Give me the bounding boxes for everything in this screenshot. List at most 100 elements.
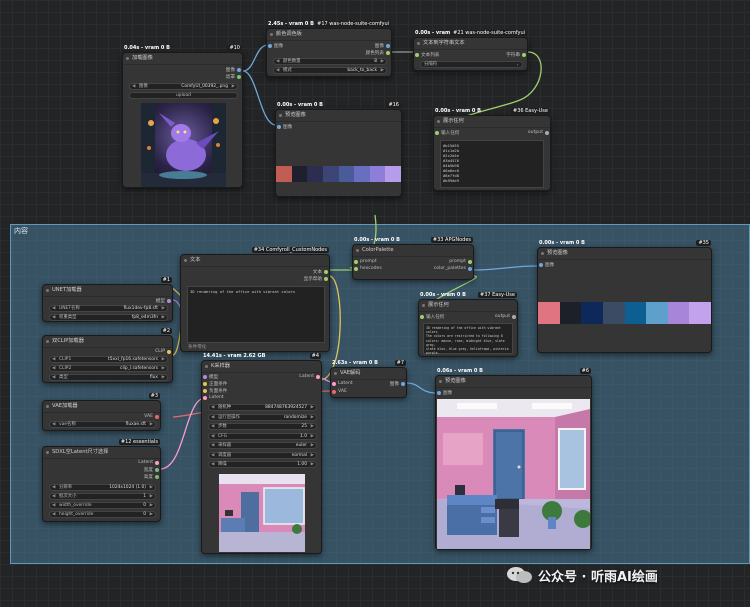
arrow-left-icon[interactable]: ◀ — [52, 512, 55, 518]
arrow-left-icon[interactable]: ◀ — [276, 68, 279, 74]
ksampler-widget[interactable]: ◀ CFG 1.0 ▶ — [208, 432, 317, 440]
ksampler-widget[interactable]: ◀ 随机种 884748763924527 ▶ — [208, 404, 317, 411]
unet-loader-node[interactable]: #1 UNET加载器 模型 ◀ UNET名称 flux1dev-fp8.sft ▶ ◀… — [42, 277, 173, 322]
output-socket-icon[interactable] — [155, 415, 159, 419]
ksampler-node[interactable]: 14.41s - vram 2.62 GB #4 K采样器 模型 正面条件 负面… — [201, 353, 322, 554]
clip2-widget[interactable]: ◀ CLIP2 clip_l.safetensors ▶ — [49, 365, 168, 372]
node-header[interactable]: 双CLIP加载器 — [43, 336, 172, 348]
output-socket-icon[interactable] — [545, 131, 549, 135]
collapse-dot-icon[interactable] — [541, 252, 544, 255]
sdxl-latent-size-node[interactable]: #12 essentials SDXL空Latent尺寸选择 Latent 宽度… — [42, 439, 161, 522]
node-header[interactable]: 文本到字符串文本 — [414, 38, 527, 50]
input-socket-icon[interactable] — [420, 315, 424, 319]
node-header[interactable]: 预览图像 — [276, 110, 401, 122]
input-socket-icon[interactable] — [354, 267, 358, 271]
node-header[interactable]: SDXL空Latent尺寸选择 — [43, 447, 160, 459]
vae-decode-node[interactable]: 2.63s - vram 0 B #7 VAE解码 Latent VAE 图像 — [330, 360, 407, 398]
ksampler-widget[interactable]: ◀ 运行后操作 randomize ▶ — [208, 413, 317, 421]
dual-clip-loader-node[interactable]: #2 双CLIP加载器 CLIP ◀ CLIP1 t5xxl_fp16.safete… — [42, 328, 173, 383]
text-node[interactable]: #34 Comfyroll_CustomNodes 文本 文本 显示帮助 3D … — [180, 247, 330, 352]
resolution-widget[interactable]: ◀ 分辨率 1024x1024 (1.0) ▶ — [49, 484, 156, 491]
arrow-right-icon[interactable]: ▶ — [150, 512, 153, 518]
collapse-dot-icon[interactable] — [422, 304, 425, 307]
arrow-left-icon[interactable]: ◀ — [211, 405, 214, 411]
ksampler-widget[interactable]: ◀ 降噪 1.00 ▶ — [208, 461, 317, 468]
weight-type-widget[interactable]: ◀ 权重类型 fp8_e4m3fn ▶ — [49, 314, 168, 321]
arrow-right-icon[interactable]: ▶ — [162, 375, 165, 381]
collapse-dot-icon[interactable] — [437, 120, 440, 123]
output-socket-icon[interactable] — [316, 375, 320, 379]
output-socket-icon[interactable] — [167, 299, 171, 303]
node-header[interactable]: 颜色调色板 — [267, 29, 391, 41]
output-socket-icon[interactable] — [386, 51, 390, 55]
output-socket-icon[interactable] — [237, 68, 241, 72]
clip-type-widget[interactable]: ◀ 类型 flux ▶ — [49, 374, 168, 381]
width-override-widget[interactable]: ◀ width_override 0 ▶ — [49, 502, 156, 509]
collapse-dot-icon[interactable] — [439, 380, 442, 383]
arrow-right-icon[interactable]: ▶ — [311, 424, 314, 430]
output-socket-icon[interactable] — [522, 53, 526, 57]
node-header[interactable]: VAE解码 — [331, 368, 406, 380]
node-header[interactable]: 展示任何 — [434, 116, 550, 128]
arrow-left-icon[interactable]: ◀ — [52, 375, 55, 381]
arrow-left-icon[interactable]: ◀ — [211, 434, 214, 440]
input-socket-icon[interactable] — [435, 131, 439, 135]
arrow-left-icon[interactable]: ◀ — [276, 59, 279, 65]
collapse-dot-icon[interactable] — [46, 405, 49, 408]
arrow-right-icon[interactable]: ▶ — [311, 415, 314, 421]
arrow-right-icon[interactable]: ▶ — [162, 366, 165, 372]
arrow-right-icon[interactable]: ▶ — [381, 68, 384, 74]
node-header[interactable]: 展示任何 — [419, 300, 517, 312]
output-socket-icon[interactable] — [324, 277, 328, 281]
input-socket-icon[interactable] — [268, 44, 272, 48]
input-socket-icon[interactable] — [203, 396, 207, 400]
node-canvas[interactable]: 内容 0.04s - vram 0 B #10 加载图像 图像 遮罩 ◀ 图像 … — [0, 0, 750, 607]
input-socket-icon[interactable] — [539, 263, 543, 267]
separator-widget[interactable]: 分隔符, — [420, 61, 523, 68]
input-socket-icon[interactable] — [277, 125, 281, 129]
preview-image-node-35[interactable]: 0.00s - vram 0 B #35 预览图像 图像 — [537, 240, 712, 353]
arrow-left-icon[interactable]: ◀ — [211, 453, 214, 459]
arrow-right-icon[interactable]: ▶ — [311, 462, 314, 468]
arrow-left-icon[interactable]: ◀ — [211, 424, 214, 430]
arrow-right-icon[interactable]: ▶ — [311, 405, 314, 411]
input-socket-icon[interactable] — [332, 390, 336, 394]
arrow-right-icon[interactable]: ▶ — [311, 453, 314, 459]
unet-name-widget[interactable]: ◀ UNET名称 flux1dev-fp8.sft ▶ — [49, 305, 168, 312]
input-socket-icon[interactable] — [437, 391, 441, 395]
output-socket-icon[interactable] — [324, 270, 328, 274]
load-image-node[interactable]: 0.04s - vram 0 B #10 加载图像 图像 遮罩 ◀ 图像 Comfy… — [122, 45, 243, 188]
arrow-left-icon[interactable]: ◀ — [52, 422, 55, 428]
collapse-dot-icon[interactable] — [270, 33, 273, 36]
collapse-dot-icon[interactable] — [46, 340, 49, 343]
output-socket-icon[interactable] — [155, 468, 159, 472]
vae-name-widget[interactable]: ◀ vae名称 fluxae.sft ▶ — [49, 421, 156, 428]
arrow-right-icon[interactable]: ▶ — [150, 422, 153, 428]
height-override-widget[interactable]: ◀ height_override 0 ▶ — [49, 511, 156, 518]
collapse-dot-icon[interactable] — [126, 57, 129, 60]
output-text-area[interactable]: #b15d55 #1c1a2b #2c2d4e #3d4576 #4b5b98 … — [440, 140, 544, 188]
arrow-left-icon[interactable]: ◀ — [52, 315, 55, 321]
node-header[interactable]: K采样器 — [202, 361, 321, 373]
upload-button[interactable]: upload — [129, 92, 238, 99]
arrow-right-icon[interactable]: ▶ — [311, 434, 314, 440]
collapse-dot-icon[interactable] — [46, 289, 49, 292]
node-header[interactable]: 预览图像 — [538, 248, 711, 260]
output-socket-icon[interactable] — [155, 475, 159, 479]
node-header[interactable]: 文本 — [181, 255, 329, 267]
arrow-left-icon[interactable]: ◀ — [52, 366, 55, 372]
arrow-left-icon[interactable]: ◀ — [52, 306, 55, 312]
clip1-widget[interactable]: ◀ CLIP1 t5xxl_fp16.safetensors ▶ — [49, 356, 168, 363]
input-socket-icon[interactable] — [415, 53, 419, 57]
text-to-string-node[interactable]: 0.00s - vram 0 B #21 was-node-suite-comf… — [413, 30, 528, 71]
ksampler-widget[interactable]: ◀ 调度器 normal ▶ — [208, 451, 317, 459]
arrow-left-icon[interactable]: ◀ — [132, 84, 135, 90]
arrow-right-icon[interactable]: ▶ — [162, 357, 165, 363]
input-socket-icon[interactable] — [203, 389, 207, 393]
arrow-left-icon[interactable]: ◀ — [52, 494, 55, 500]
collapse-dot-icon[interactable] — [417, 42, 420, 45]
arrow-left-icon[interactable]: ◀ — [52, 357, 55, 363]
node-header[interactable]: VAE加载器 — [43, 401, 160, 413]
show-any-node-36[interactable]: 0.00s - vram 0 B #36 Easy-Use 展示任何 输入任何 … — [433, 108, 551, 191]
node-header[interactable]: 预览图像 — [436, 376, 591, 388]
